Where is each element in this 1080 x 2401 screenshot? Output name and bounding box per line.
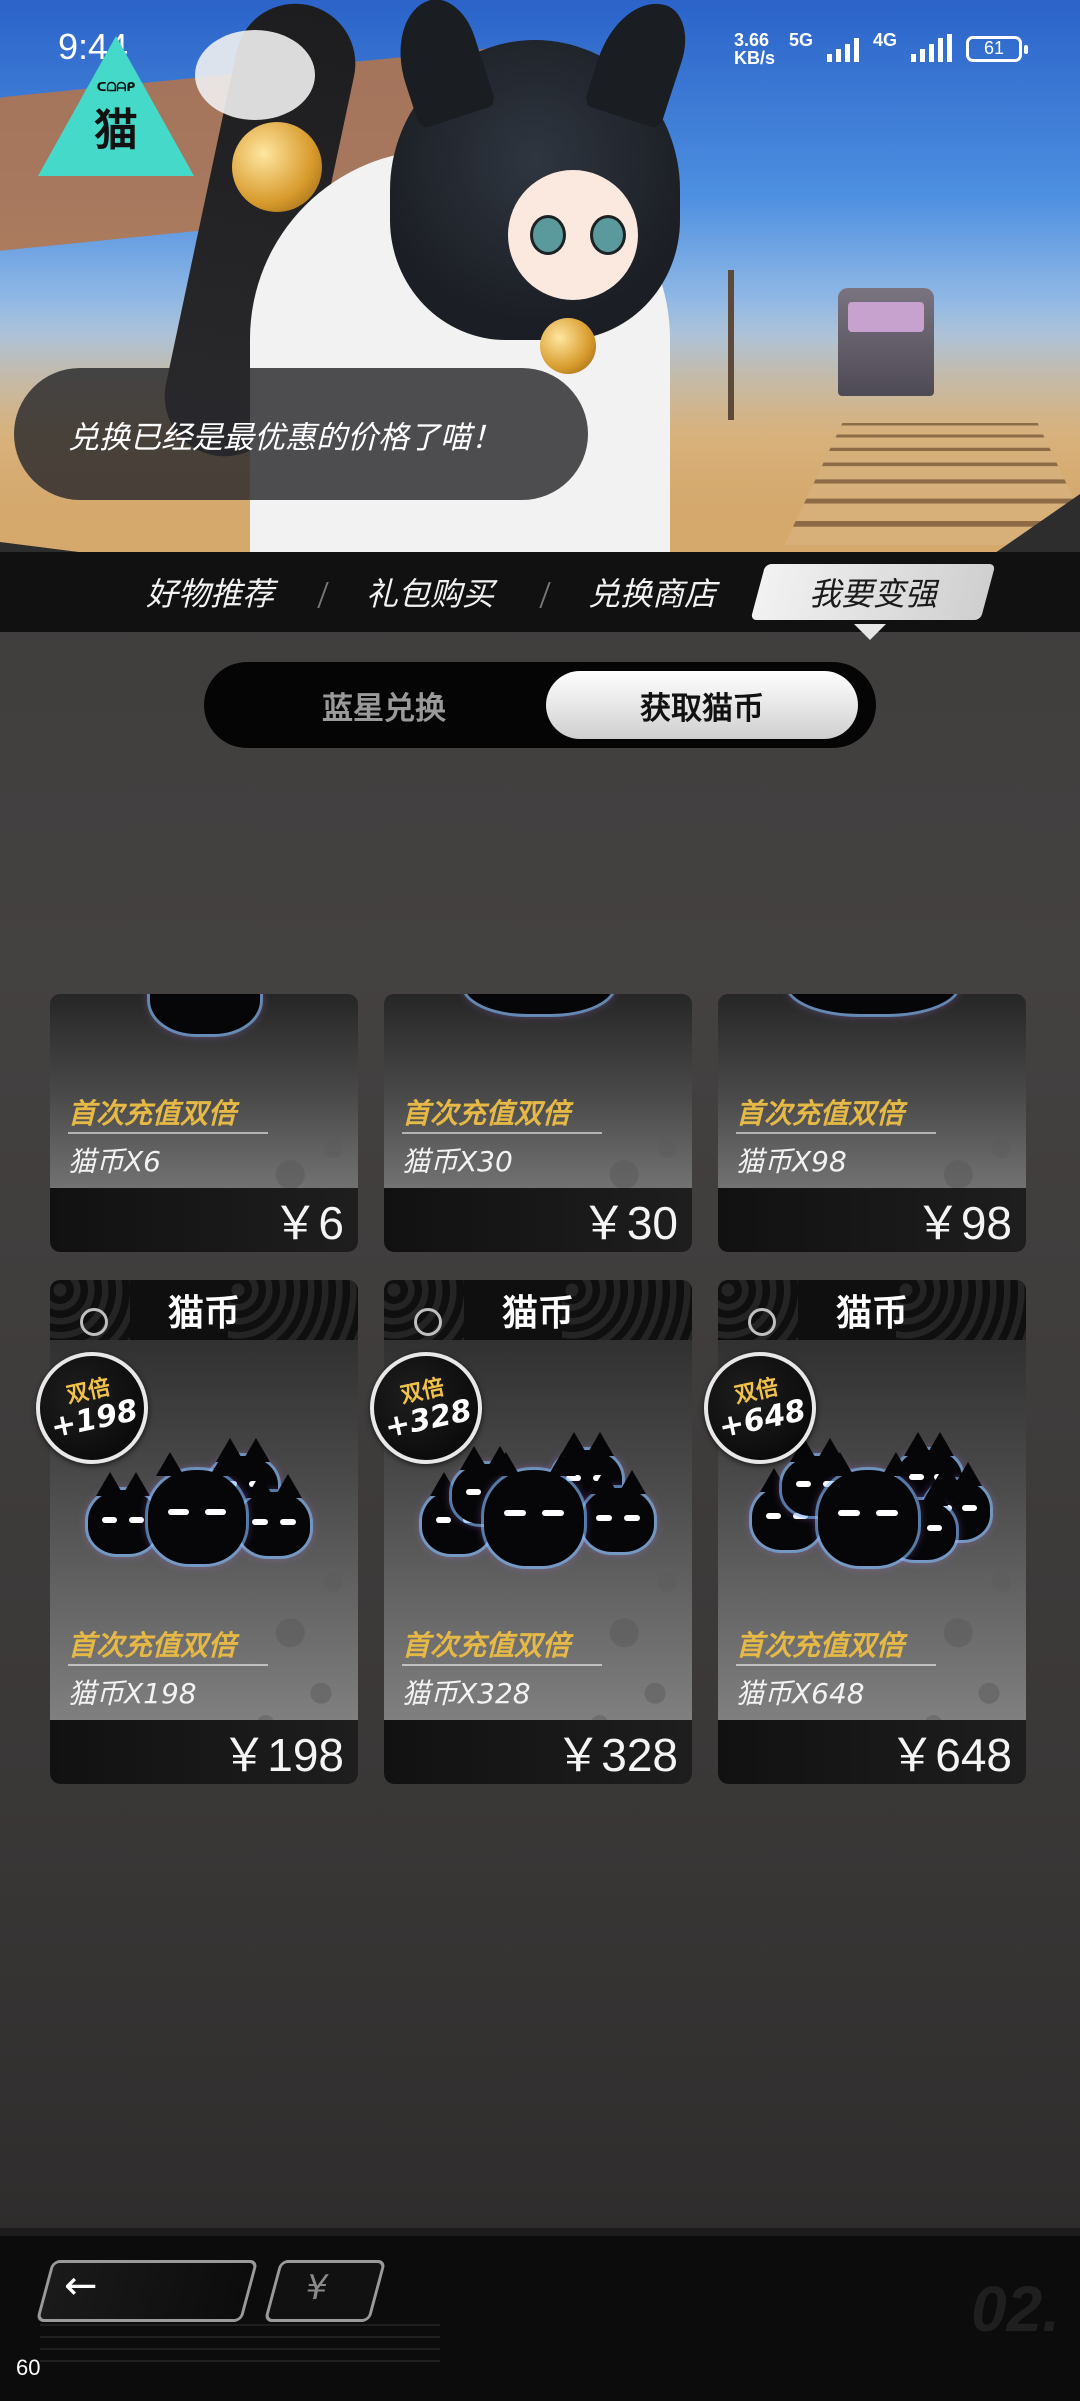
badge-value: +328: [381, 1393, 475, 1446]
coin-amount: 猫币X198: [68, 1677, 197, 1710]
back-arrow-icon[interactable]: ←: [64, 2266, 98, 2306]
card-title: 猫币: [501, 1293, 574, 1334]
price-label: ￥30: [580, 1197, 678, 1249]
segment-get-cat-coins[interactable]: 获取猫币: [546, 671, 858, 739]
card-title: 猫币: [167, 1293, 240, 1334]
price-bar: ￥198: [50, 1720, 358, 1784]
promo-label: 首次充值双倍: [402, 1097, 571, 1130]
top-tab-bar: 好物推荐 礼包购买 兑换商店 我要变强: [0, 552, 1080, 632]
hero-character-eye-right: [590, 215, 626, 255]
price-bar: ￥648: [718, 1720, 1026, 1784]
tab-separator: [539, 582, 551, 608]
tab-separator: [317, 582, 329, 608]
price-bar: ￥30: [384, 1188, 692, 1252]
yuan-icon[interactable]: ¥: [306, 2268, 328, 2308]
keyring-icon: [748, 1308, 776, 1336]
status-indicators: 3.66 KB/s 5G 4G 61: [734, 30, 1028, 67]
tab-label: 好物推荐: [145, 575, 274, 613]
net-speed-value: 3.66: [733, 29, 769, 50]
badge-value: +198: [47, 1393, 141, 1446]
bell-icon: [232, 122, 322, 212]
hero-character-ear-right: [583, 0, 697, 130]
hero-train: [838, 288, 934, 396]
promo-divider: [68, 1132, 268, 1134]
active-tab-caret-icon: [854, 624, 886, 640]
product-card-catcoin-6[interactable]: 首次充值双倍 猫币X6 ￥6: [50, 994, 358, 1252]
logo-subtext: ᑕᗝᗩᑭ: [96, 80, 136, 94]
coin-amount: 猫币X648: [736, 1677, 865, 1710]
app-root: 9:44 3.66 KB/s 5G 4G 61 ᑕᗝᗩᑭ 猫 兑换已经是最优惠的…: [0, 0, 1080, 2401]
hero-character-bow: [195, 30, 315, 120]
network-type-4g: 4G: [872, 30, 897, 50]
price-label: ￥198: [221, 1729, 344, 1781]
card-title: 猫币: [835, 1293, 908, 1334]
dialogue-bubble: 兑换已经是最优惠的价格了喵！: [14, 368, 588, 500]
segment-blue-star-exchange[interactable]: 蓝星兑换: [234, 671, 534, 739]
coin-amount: 猫币X6: [68, 1145, 161, 1178]
promo-divider: [68, 1664, 268, 1666]
network-type-5g: 5G: [788, 30, 813, 50]
bell-icon: [540, 318, 596, 374]
decorative-fine-print: [40, 2314, 440, 2364]
tab-label: 兑换商店: [587, 575, 716, 613]
signal-strength-icon: [911, 33, 952, 62]
tab-gift-packs[interactable]: 礼包购买: [340, 552, 520, 632]
promo-label: 首次充值双倍: [736, 1629, 905, 1662]
promo-divider: [736, 1132, 936, 1134]
currency-segmented-control: 蓝星兑换 获取猫币: [204, 662, 876, 748]
keyring-icon: [414, 1308, 442, 1336]
promo-label: 首次充值双倍: [68, 1629, 237, 1662]
app-logo: ᑕᗝᗩᑭ 猫: [38, 36, 194, 176]
promo-divider: [402, 1132, 602, 1134]
promo-label: 首次充值双倍: [736, 1097, 905, 1130]
keyring-icon: [80, 1308, 108, 1336]
price-bar: ￥6: [50, 1188, 358, 1252]
signal-strength-icon: [826, 36, 859, 62]
price-label: ￥328: [555, 1729, 678, 1781]
hero-character-eye-left: [530, 215, 566, 255]
coin-amount: 猫币X30: [402, 1145, 513, 1178]
battery-level: 61: [983, 38, 1005, 58]
promo-divider: [402, 1664, 602, 1666]
coin-amount: 猫币X328: [402, 1677, 531, 1710]
page-index-watermark: 02.: [971, 2273, 1060, 2345]
coin-amount: 猫币X98: [736, 1145, 847, 1178]
tab-get-stronger[interactable]: 我要变强: [750, 552, 996, 632]
product-card-catcoin-30[interactable]: 首次充值双倍 猫币X30 ￥30: [384, 994, 692, 1252]
price-bar: ￥328: [384, 1720, 692, 1784]
price-label: ￥648: [889, 1729, 1012, 1781]
hero-utility-pole: [728, 270, 734, 420]
promo-divider: [736, 1664, 936, 1666]
promo-label: 首次充值双倍: [402, 1629, 571, 1662]
battery-icon: 61: [966, 35, 1028, 62]
bottom-nav-bar: ← ¥ 02.: [0, 2228, 1080, 2401]
logo-text: 猫: [94, 105, 138, 156]
net-speed-unit: KB/s: [733, 47, 775, 68]
price-label: ￥6: [272, 1197, 344, 1249]
price-bar: ￥98: [718, 1188, 1026, 1252]
tab-exchange-shop[interactable]: 兑换商店: [562, 552, 742, 632]
promo-label: 首次充值双倍: [68, 1097, 237, 1130]
tab-label: 礼包购买: [365, 575, 494, 613]
price-label: ￥98: [914, 1197, 1012, 1249]
fps-counter: 60: [16, 2355, 41, 2380]
tab-label: 我要变强: [808, 575, 937, 613]
net-speed: 3.66 KB/s: [734, 31, 775, 67]
tab-recommended[interactable]: 好物推荐: [120, 552, 300, 632]
product-card-catcoin-98[interactable]: 首次充值双倍 猫币X98 ￥98: [718, 994, 1026, 1252]
dialogue-text: 兑换已经是最优惠的价格了喵！: [68, 419, 502, 456]
badge-value: +648: [715, 1393, 809, 1446]
